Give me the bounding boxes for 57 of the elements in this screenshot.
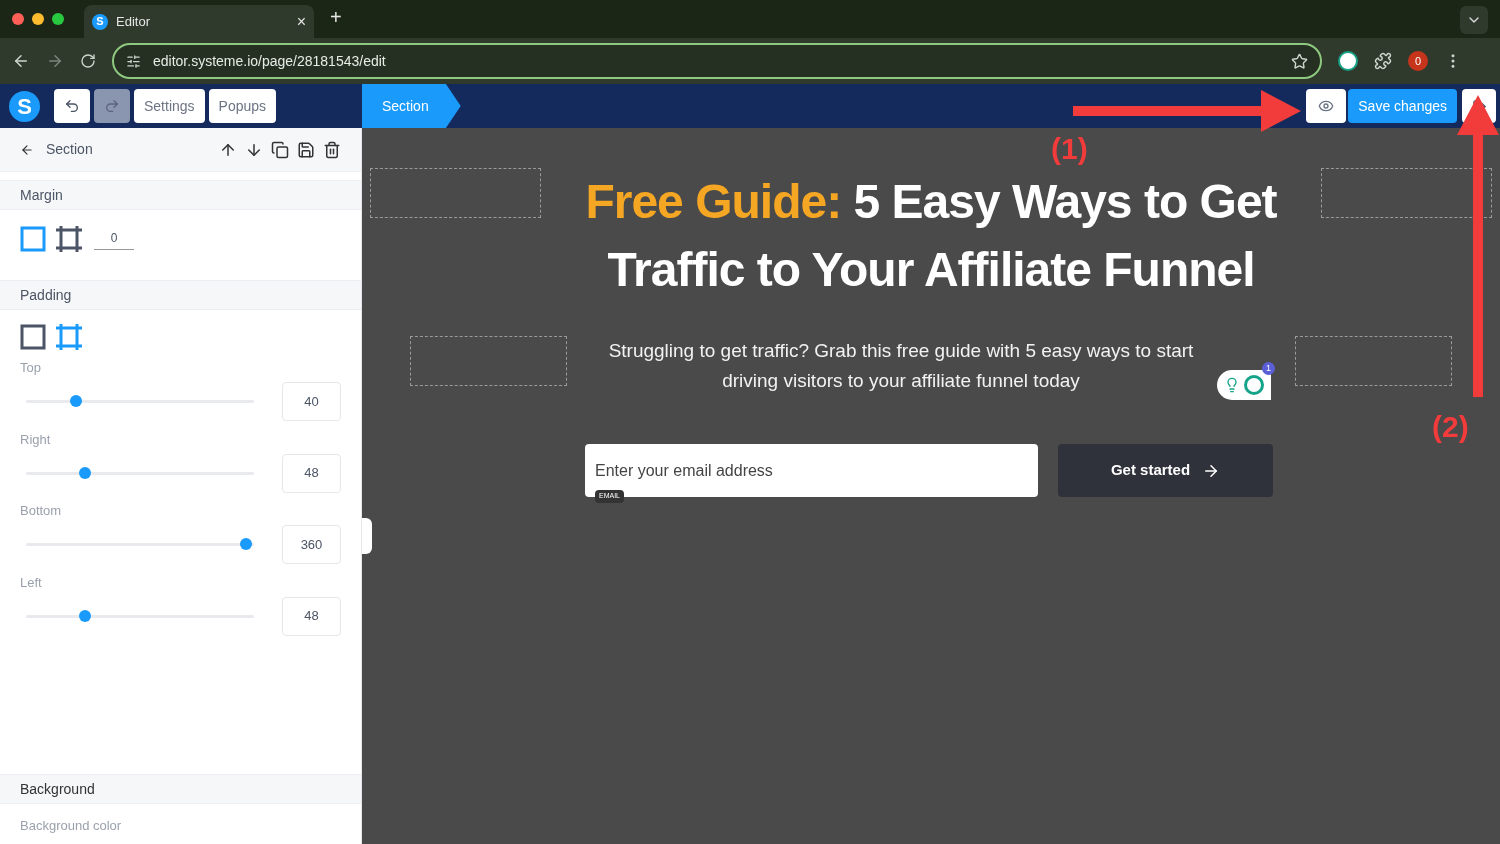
grammarly-widget[interactable]: [1217, 370, 1271, 400]
address-bar[interactable]: editor.systeme.io/page/28181543/edit: [112, 43, 1322, 79]
eye-icon: [1318, 98, 1335, 114]
section-label: Background: [20, 779, 95, 799]
duplicate-icon[interactable]: [271, 140, 289, 159]
padding-input[interactable]: 48: [282, 596, 341, 636]
margin-input[interactable]: 0: [94, 228, 134, 250]
padding-input[interactable]: 48: [282, 453, 341, 493]
profile-avatar[interactable]: 0: [1408, 51, 1428, 71]
notification-badge: 1: [1262, 362, 1275, 375]
delete-icon[interactable]: [323, 140, 341, 159]
all-sides-icon[interactable]: [20, 324, 46, 350]
new-tab-button[interactable]: +: [330, 2, 342, 32]
tab-list-button[interactable]: [1460, 6, 1488, 34]
back-icon[interactable]: [12, 52, 30, 70]
undo-icon: [64, 98, 80, 114]
padding-input[interactable]: 40: [282, 382, 341, 421]
header-button[interactable]: Popups: [208, 89, 277, 123]
slider-label: Right: [20, 430, 52, 449]
tab-favicon: S: [92, 13, 108, 30]
preview-button[interactable]: [1306, 89, 1347, 123]
lightbulb-icon: [1224, 377, 1240, 393]
collapse-handle[interactable]: [362, 518, 372, 554]
g-extension-icon[interactable]: [1338, 51, 1358, 71]
slider-thumb[interactable]: [240, 538, 252, 550]
subheadline: Struggling to get traffic? Grab this free guide with 5 easy ways to start driving visitors to your affiliate funnel today: [607, 339, 1195, 393]
slider-label: Left: [20, 573, 43, 592]
padding-input[interactable]: 360: [282, 525, 341, 564]
browser-tab[interactable]: S Editor ×: [84, 5, 314, 38]
redo-icon: [104, 98, 120, 114]
panel-title: Section: [46, 140, 94, 159]
url-text: editor.systeme.io/page/28181543/edit: [153, 51, 387, 71]
section-label: Padding: [20, 285, 72, 305]
header-button[interactable]: Settings: [134, 89, 205, 123]
headline: Free Guide: 5 Easy Ways to Get Traffic to Your Affiliate Funnel: [584, 174, 1278, 298]
tab-title: Editor: [116, 12, 151, 31]
slider-thumb[interactable]: [79, 609, 92, 622]
get-started-button[interactable]: Get started: [1058, 444, 1273, 497]
slider-thumb[interactable]: [79, 466, 92, 479]
undo-button[interactable]: [54, 89, 90, 123]
section-label: Margin: [20, 185, 63, 205]
reload-icon[interactable]: [80, 53, 96, 69]
slider-label: Bottom: [20, 502, 63, 520]
forward-icon[interactable]: [46, 52, 64, 70]
annotation-label: (1): [1051, 131, 1088, 167]
field-label: Background color: [20, 817, 122, 836]
bookmark-star-icon[interactable]: [1291, 52, 1308, 70]
slider-label: Top: [20, 359, 42, 377]
back-icon[interactable]: [20, 142, 34, 157]
tab-close-button[interactable]: ×: [296, 9, 306, 34]
annotation-label: (2): [1432, 409, 1469, 445]
site-settings-icon[interactable]: [126, 53, 141, 69]
extensions-icon[interactable]: [1374, 52, 1392, 70]
save-icon[interactable]: [297, 140, 315, 159]
slider-thumb[interactable]: [70, 395, 83, 407]
individual-sides-icon[interactable]: [56, 226, 82, 252]
g-icon: [1244, 375, 1264, 395]
